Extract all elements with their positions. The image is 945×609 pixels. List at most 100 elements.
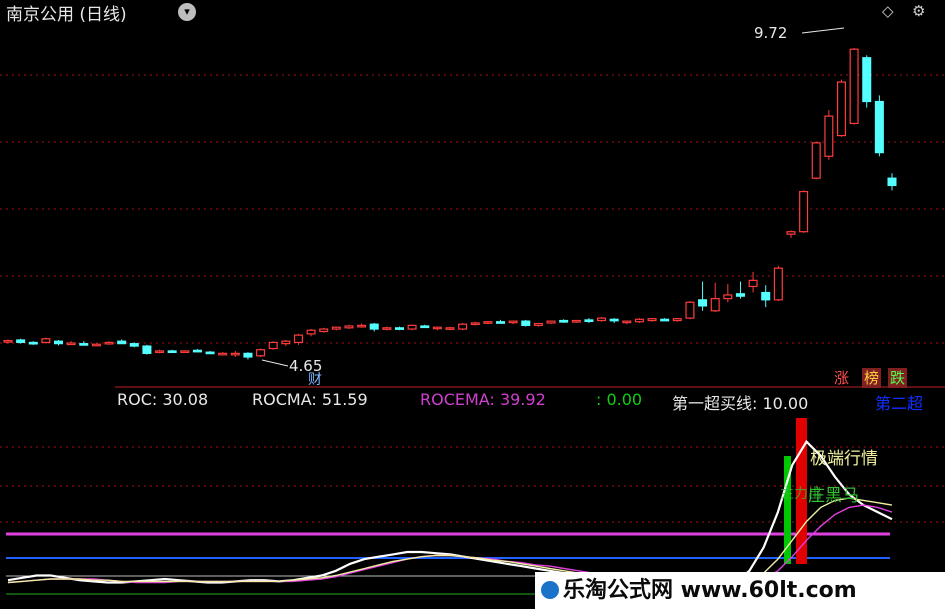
candle-body <box>458 323 468 330</box>
candle <box>723 284 733 303</box>
candle <box>66 341 76 346</box>
candle-body <box>887 177 897 187</box>
zero-value: : 0.00 <box>596 390 643 409</box>
candle <box>836 79 847 137</box>
cai-marker[interactable]: 财 <box>308 372 322 388</box>
candle <box>382 326 392 331</box>
candle <box>710 282 720 312</box>
candle-body <box>495 321 506 324</box>
candle-body <box>849 48 859 125</box>
candle-body <box>91 343 101 347</box>
candle <box>698 281 708 311</box>
candle <box>268 341 278 350</box>
watermark: 乐淘公式网 www.60lt.com <box>535 572 945 609</box>
candle <box>243 352 253 360</box>
candle-body <box>142 345 152 354</box>
candle-body <box>16 339 26 344</box>
candle <box>230 350 240 358</box>
candle-body <box>748 279 758 288</box>
candle <box>622 320 632 325</box>
min-price-pointer <box>261 359 289 367</box>
candle <box>609 318 619 323</box>
candle <box>521 319 531 327</box>
candle-body <box>66 342 76 346</box>
candle <box>761 285 771 308</box>
watermark-logo-icon <box>541 581 559 599</box>
candle-body <box>647 318 657 322</box>
annot-main: 主力出 <box>780 486 822 502</box>
candle-body <box>407 324 417 330</box>
candle <box>344 324 354 330</box>
watermark-text: 乐淘公式网 www.60lt.com <box>563 578 857 603</box>
candle <box>584 318 594 323</box>
candle <box>483 321 493 325</box>
period-dropdown-button[interactable]: ▾ <box>178 3 196 21</box>
candle <box>445 326 455 331</box>
candle <box>256 348 266 358</box>
candle-body <box>53 340 64 345</box>
candle-body <box>773 267 783 301</box>
candle <box>117 339 127 345</box>
candle-body <box>256 349 266 357</box>
candle-body <box>3 339 13 343</box>
rocema-value: ROCEMA: 39.92 <box>420 390 546 409</box>
candle-body <box>41 338 51 344</box>
candle-body <box>622 320 632 324</box>
candle <box>571 319 581 323</box>
candle <box>104 341 114 345</box>
candle <box>205 350 215 355</box>
candle-body <box>508 320 518 324</box>
candle <box>420 324 430 329</box>
candle <box>53 339 64 346</box>
indicator-header: ROC: 30.08 ROCMA: 51.59 ROCEMA: 39.92 : … <box>0 390 945 414</box>
candle-body <box>281 340 291 345</box>
gear-icon[interactable]: ⚙ <box>912 2 925 20</box>
candle-body <box>521 320 531 326</box>
diamond-icon[interactable]: ◇ <box>882 2 894 20</box>
candle <box>735 281 745 299</box>
candle <box>799 190 809 233</box>
badge-zhang[interactable]: 涨 <box>832 368 851 388</box>
candle <box>672 318 682 322</box>
candle-body <box>483 321 493 324</box>
candle-body <box>79 343 89 346</box>
candle-body <box>874 100 884 154</box>
candle-body <box>672 318 682 322</box>
candle <box>218 352 228 356</box>
candle-body <box>394 327 405 330</box>
candle-body <box>155 350 165 354</box>
candle-body <box>104 341 114 345</box>
candle-body <box>824 115 834 157</box>
candle <box>458 322 468 331</box>
candle <box>546 320 556 325</box>
badge-die[interactable]: 跌 <box>888 368 908 388</box>
candle-body <box>306 329 316 335</box>
candle <box>155 349 165 354</box>
candle-body <box>609 318 619 322</box>
badge-bang[interactable]: 榜 <box>862 368 882 388</box>
candle <box>281 339 291 347</box>
candle <box>862 55 872 108</box>
candle <box>41 337 51 344</box>
candle-body <box>268 341 278 350</box>
candle-body <box>597 317 607 322</box>
candle <box>407 324 417 331</box>
candle-body <box>799 190 809 233</box>
candle <box>685 301 695 320</box>
candle-body <box>180 350 190 354</box>
candle-body <box>761 291 771 301</box>
buyline-value: 第一超买线: 10.00 <box>672 394 809 413</box>
candle-body <box>533 322 543 326</box>
candle-body <box>584 319 594 323</box>
candle <box>470 321 480 326</box>
candle <box>887 173 897 191</box>
candle-body <box>634 318 644 323</box>
candle <box>660 318 670 322</box>
candle-body <box>710 298 720 312</box>
candle <box>508 320 518 325</box>
candle-body <box>243 352 253 358</box>
candle <box>91 343 101 347</box>
candle <box>167 349 177 354</box>
indicator-lines <box>7 439 893 591</box>
candle <box>331 326 341 331</box>
